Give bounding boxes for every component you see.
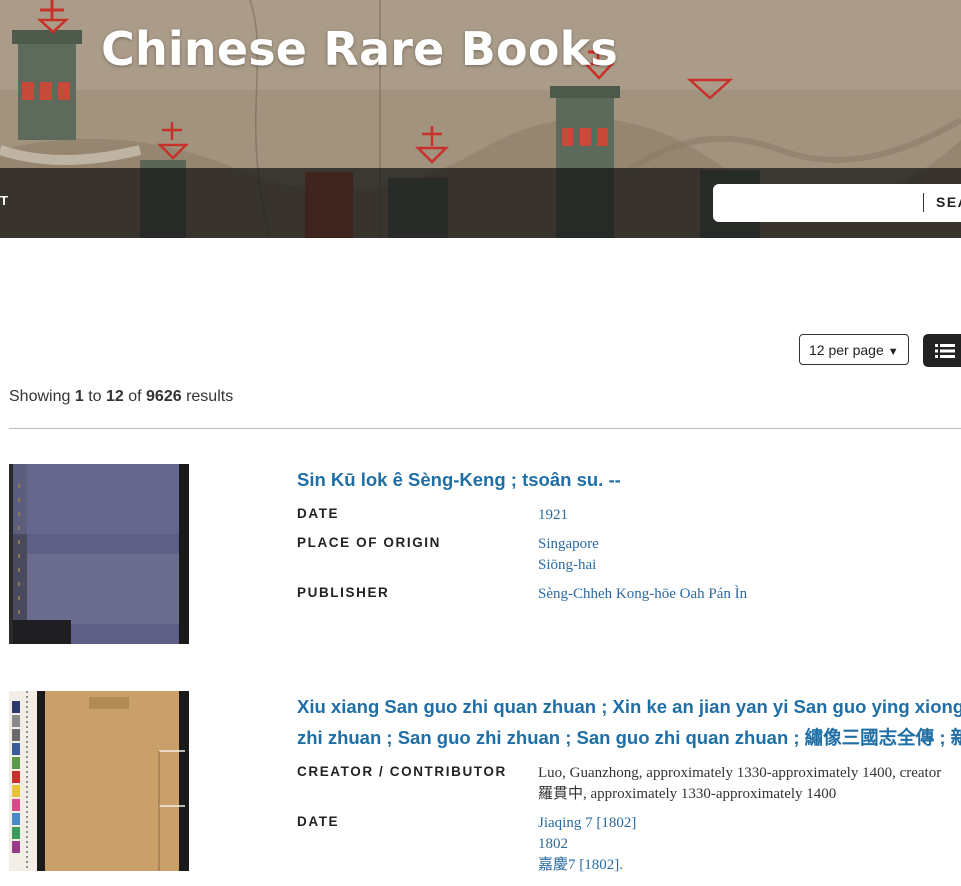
divider xyxy=(9,428,961,429)
header-banner: Chinese Rare Books T SEA xyxy=(0,0,961,238)
field-value-date[interactable]: 1921 xyxy=(538,505,568,526)
results-total: 9626 xyxy=(146,388,182,405)
list-view-icon xyxy=(935,344,955,358)
results-count-prefix: Showing xyxy=(9,388,71,405)
nav-menu-item[interactable]: T xyxy=(0,193,9,208)
list-view-button[interactable] xyxy=(923,334,961,367)
results-to-word: to xyxy=(88,388,102,405)
results-count-suffix: results xyxy=(186,388,234,405)
field-value-date[interactable]: Jiaqing 7 [1802] xyxy=(538,813,636,834)
results-count: Showing 1 to 12 of 9626 results xyxy=(9,388,233,406)
results-start: 1 xyxy=(74,388,84,405)
site-title[interactable]: Chinese Rare Books xyxy=(101,22,618,76)
field-value-date[interactable]: 1802 xyxy=(538,834,568,855)
per-page-select[interactable]: 12 per page ▼ xyxy=(799,334,909,365)
search-box: SEA xyxy=(713,184,961,222)
field-label-creator: CREATOR / CONTRIBUTOR xyxy=(297,764,507,779)
result-thumbnail[interactable] xyxy=(9,464,189,644)
field-value-creator: Luo, Guanzhong, approximately 1330-appro… xyxy=(538,765,942,781)
field-label-place-of-origin: PLACE OF ORIGIN xyxy=(297,535,442,550)
result-thumbnail[interactable] xyxy=(9,691,189,871)
field-value-place[interactable]: Siōng-hai xyxy=(538,555,596,576)
result-title-line[interactable]: zhi zhuan ; San guo zhi zhuan ; San guo … xyxy=(297,722,961,753)
search-divider xyxy=(923,193,924,212)
results-end: 12 xyxy=(105,388,124,405)
results-of-word: of xyxy=(128,388,142,405)
field-value-place[interactable]: Singapore xyxy=(538,534,599,555)
field-label-date: DATE xyxy=(297,814,340,829)
search-input[interactable] xyxy=(721,190,921,218)
per-page-label: 12 per page xyxy=(809,342,884,358)
field-label-date: DATE xyxy=(297,506,340,521)
field-value-creator: 羅貫中, approximately 1330-approximately 14… xyxy=(538,786,837,802)
field-value-date[interactable]: 嘉慶7 [1802]. xyxy=(538,855,623,876)
field-label-publisher: PUBLISHER xyxy=(297,585,390,600)
result-title-line[interactable]: Xiu xiang San guo zhi quan zhuan ; Xin k… xyxy=(297,691,961,722)
caret-down-icon: ▼ xyxy=(887,346,899,358)
field-value-publisher[interactable]: Sèng-Chheh Kong-hōe Oah Pán Ìn xyxy=(538,584,747,605)
search-button[interactable]: SEA xyxy=(936,194,961,210)
result-title[interactable]: Sin Kū lok ê Sèng-Keng ; tsoân su. -- xyxy=(297,464,621,495)
